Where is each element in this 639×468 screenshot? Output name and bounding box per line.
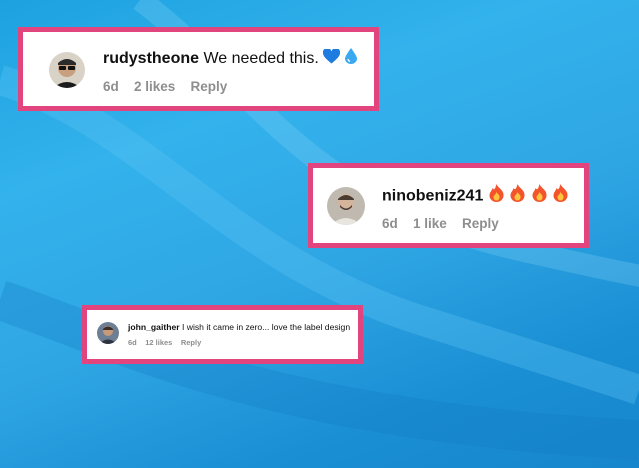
like-count[interactable]: 1 like [413, 216, 447, 231]
reply-button[interactable]: Reply [191, 79, 228, 94]
comment-card: john_gaither I wish it came in zero... l… [82, 305, 363, 364]
comment-username[interactable]: john_gaither [128, 322, 180, 332]
fire-icon [509, 184, 526, 209]
comment-age: 6d [128, 338, 137, 347]
fire-icon [488, 184, 505, 209]
reply-button[interactable]: Reply [462, 216, 499, 231]
avatar[interactable] [97, 322, 119, 344]
comment-text: We needed this. [203, 50, 319, 68]
comment-username[interactable]: rudystheone [103, 50, 199, 67]
like-count[interactable]: 12 likes [145, 338, 172, 347]
reply-button[interactable]: Reply [181, 338, 201, 347]
blue-heart-icon [323, 47, 341, 70]
droplet-icon [344, 48, 357, 70]
fire-icon [552, 184, 569, 209]
avatar[interactable] [49, 52, 85, 88]
comment-text: I wish it came in zero... love the label… [181, 322, 351, 332]
fire-icon [531, 184, 548, 209]
comment-username[interactable]: ninobeniz241 [382, 188, 483, 205]
like-count[interactable]: 2 likes [134, 79, 175, 94]
comment-age: 6d [103, 79, 119, 94]
comment-age: 6d [382, 216, 398, 231]
comment-card: rudystheone We needed this. 6d 2 likes R… [18, 27, 379, 111]
avatar[interactable] [327, 187, 365, 225]
comment-card: ninobeniz241 6d 1 like Reply [308, 163, 589, 248]
